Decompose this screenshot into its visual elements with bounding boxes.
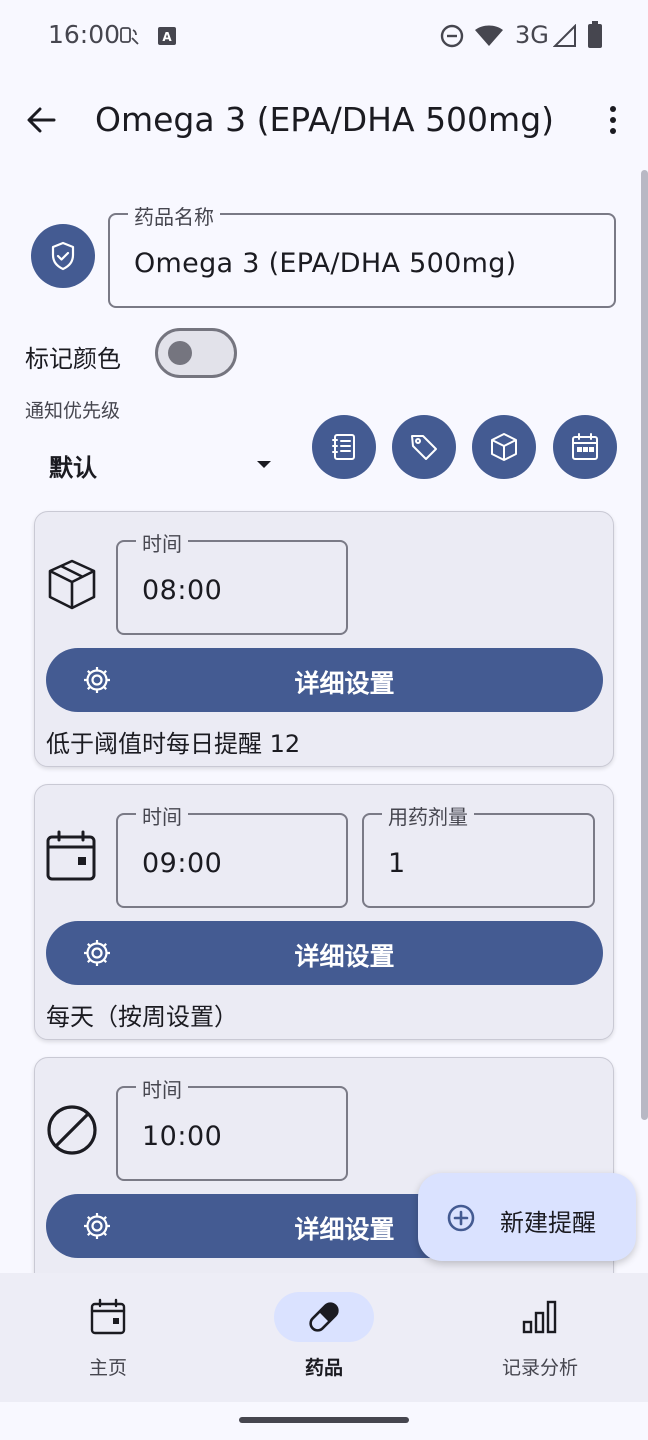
time-value: 09:00 xyxy=(142,848,223,879)
dose-field[interactable]: 用药剂量 1 xyxy=(362,801,595,908)
nav-label-medicine: 药品 xyxy=(304,1357,343,1379)
time-value: 10:00 xyxy=(142,1121,223,1152)
detail-settings-label: 详细设置 xyxy=(294,669,395,698)
page-title: Omega 3 (EPA/DHA 500mg) xyxy=(95,100,555,139)
nav-label-analytics: 记录分析 xyxy=(501,1357,578,1379)
reminder-card[interactable]: 时间 08:00 详细设置 低于阈值时每日提醒 12 xyxy=(34,511,614,767)
new-reminder-button[interactable]: 新建提醒 xyxy=(418,1173,636,1261)
priority-label: 通知优先级 xyxy=(25,400,121,422)
color-mark-label: 标记颜色 xyxy=(25,345,121,373)
time-label: 时间 xyxy=(136,528,188,557)
color-mark-switch[interactable] xyxy=(155,328,237,378)
more-vert-icon xyxy=(590,96,638,144)
detail-settings-button[interactable]: 详细设置 xyxy=(46,648,603,712)
scrollbar[interactable] xyxy=(641,170,648,1120)
signal-icon xyxy=(553,24,577,48)
bottom-navigation: 主页 药品 记录分析 xyxy=(0,1273,648,1402)
dropdown-arrow-icon xyxy=(255,458,273,470)
tag-button[interactable] xyxy=(392,415,456,479)
status-time: 16:00 xyxy=(48,20,121,49)
reminder-card[interactable]: 时间 09:00 用药剂量 1 详细设置 每天（按周设置） xyxy=(34,784,614,1040)
nav-item-home[interactable]: 主页 xyxy=(0,1273,216,1402)
more-options-button[interactable] xyxy=(590,96,638,144)
wifi-icon xyxy=(474,24,504,48)
reminder-description: 低于阈值时每日提醒 12 xyxy=(46,730,301,758)
back-arrow-icon xyxy=(18,96,66,144)
detail-settings-button[interactable]: 详细设置 xyxy=(46,921,603,985)
time-field[interactable]: 时间 10:00 xyxy=(116,1074,348,1181)
medicine-name-value: Omega 3 (EPA/DHA 500mg) xyxy=(134,248,517,279)
priority-value: 默认 xyxy=(49,454,97,482)
keyboard-a-icon: A xyxy=(157,26,177,46)
back-button[interactable] xyxy=(18,96,66,144)
new-reminder-label: 新建提醒 xyxy=(500,1209,596,1237)
nav-pill-active xyxy=(274,1292,374,1342)
network-type: 3G xyxy=(515,21,549,49)
notes-button[interactable] xyxy=(312,415,376,479)
notification-app-icon xyxy=(118,24,142,48)
time-label: 时间 xyxy=(136,1074,188,1103)
medicine-name-field[interactable]: 药品名称 Omega 3 (EPA/DHA 500mg) xyxy=(108,201,616,308)
reminder-description: 每天（按周设置） xyxy=(46,1003,238,1031)
dose-value: 1 xyxy=(388,848,406,879)
detail-settings-label: 详细设置 xyxy=(294,942,395,971)
nav-item-analytics[interactable]: 记录分析 xyxy=(432,1273,648,1402)
medicine-icon-button[interactable] xyxy=(31,224,95,288)
nav-pill xyxy=(490,1292,590,1342)
dose-label: 用药剂量 xyxy=(382,801,474,830)
time-label: 时间 xyxy=(136,801,188,830)
do-not-disturb-icon xyxy=(439,23,465,49)
switch-thumb xyxy=(168,341,192,365)
no-entry-icon xyxy=(44,1102,100,1158)
status-bar: 16:00 A 3G xyxy=(0,0,648,72)
medicine-name-label: 药品名称 xyxy=(128,201,220,230)
time-field[interactable]: 时间 08:00 xyxy=(116,528,348,635)
nav-label-home: 主页 xyxy=(88,1357,127,1379)
priority-dropdown[interactable]: 默认 xyxy=(25,440,287,488)
gesture-bar[interactable] xyxy=(239,1417,409,1423)
box-icon xyxy=(44,556,100,612)
svg-text:A: A xyxy=(162,30,172,44)
battery-icon xyxy=(587,21,603,49)
nav-item-medicine[interactable]: 药品 xyxy=(216,1273,432,1402)
time-value: 08:00 xyxy=(142,575,223,606)
nav-pill xyxy=(58,1292,158,1342)
calendar-icon xyxy=(44,829,100,885)
time-field[interactable]: 时间 09:00 xyxy=(116,801,348,908)
box-button[interactable] xyxy=(472,415,536,479)
calendar-button[interactable] xyxy=(553,415,617,479)
